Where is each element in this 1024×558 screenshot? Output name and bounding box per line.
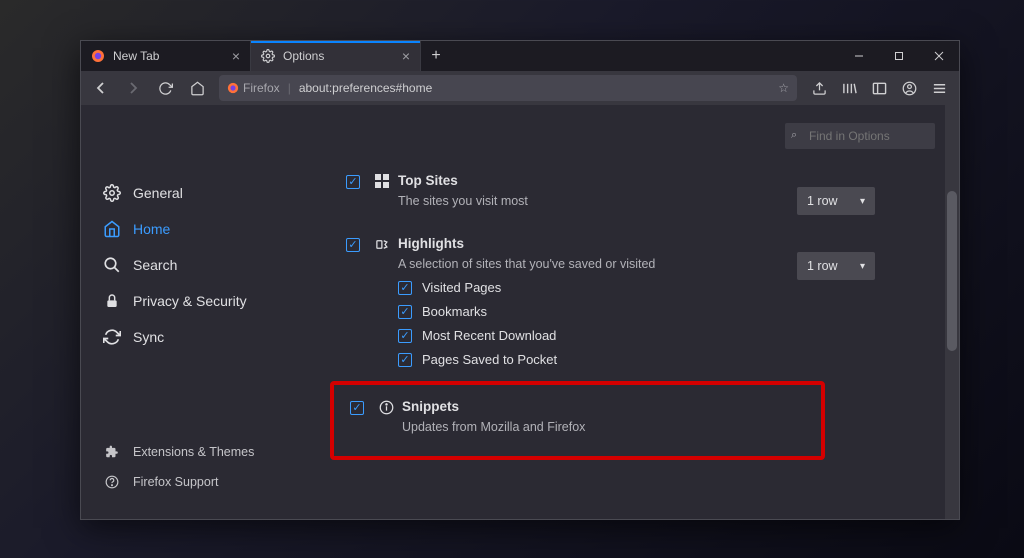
search-icon	[103, 256, 121, 274]
sidebar-toggle-icon[interactable]	[865, 74, 893, 102]
sub-item-label: Most Recent Download	[422, 328, 556, 343]
checkbox-top-sites[interactable]	[346, 175, 360, 189]
minimize-button[interactable]	[839, 41, 879, 71]
sidebar-item-label: General	[133, 185, 183, 201]
sidebar-item-sync[interactable]: Sync	[99, 319, 276, 355]
url-text: about:preferences#home	[299, 81, 432, 95]
sidebar-item-label: Search	[133, 257, 177, 273]
sidebar-item-label: Extensions & Themes	[133, 445, 254, 459]
window-controls	[839, 41, 959, 71]
nav-toolbar: Firefox | about:preferences#home ☆	[81, 71, 959, 105]
bookmark-star-icon[interactable]: ☆	[778, 81, 789, 95]
tab-strip: New Tab × Options × +	[81, 41, 839, 71]
sidebar-item-home[interactable]: Home	[99, 211, 276, 247]
sidebar-item-label: Privacy & Security	[133, 293, 247, 309]
maximize-button[interactable]	[879, 41, 919, 71]
tab-new-tab[interactable]: New Tab ×	[81, 41, 251, 71]
scrollbar-thumb[interactable]	[947, 191, 957, 351]
sidebar-item-search[interactable]: Search	[99, 247, 276, 283]
checkbox-highlights[interactable]	[346, 238, 360, 252]
search-icon: ⌕	[791, 129, 797, 142]
close-icon[interactable]: ×	[402, 48, 410, 64]
help-icon	[103, 475, 121, 489]
find-in-options: ⌕	[785, 123, 935, 149]
gear-icon	[103, 184, 121, 202]
forward-button[interactable]	[119, 74, 147, 102]
browser-window: New Tab × Options × +	[80, 40, 960, 520]
gear-icon	[261, 49, 275, 63]
sidebar-item-extensions[interactable]: Extensions & Themes	[99, 437, 276, 467]
account-icon[interactable]	[895, 74, 923, 102]
new-tab-button[interactable]: +	[421, 41, 451, 71]
puzzle-icon	[103, 445, 121, 459]
library-icon[interactable]	[835, 74, 863, 102]
annotation-highlight: Snippets Updates from Mozilla and Firefo…	[330, 381, 825, 460]
checkbox-recent-download[interactable]: Most Recent Download	[398, 327, 935, 343]
sidebar-item-label: Firefox Support	[133, 475, 218, 489]
sub-item-label: Bookmarks	[422, 304, 487, 319]
identity-label: Firefox	[243, 81, 280, 95]
main-panel: ⌕ Top Sites The sites you visit most 1 r…	[276, 105, 959, 519]
chevron-down-icon: ▾	[860, 196, 865, 207]
highlights-title: Highlights	[398, 236, 935, 251]
highlights-icon	[374, 236, 390, 252]
sub-item-label: Pages Saved to Pocket	[422, 352, 557, 367]
checkbox-bookmarks[interactable]: Bookmarks	[398, 303, 935, 319]
dropdown-value: 1 row	[807, 194, 838, 208]
sub-item-label: Visited Pages	[422, 280, 501, 295]
checkbox-snippets[interactable]	[350, 401, 364, 415]
tab-label: New Tab	[113, 49, 159, 63]
scrollbar[interactable]	[945, 105, 959, 519]
chevron-down-icon: ▾	[860, 261, 865, 272]
close-window-button[interactable]	[919, 41, 959, 71]
identity-box[interactable]: Firefox	[227, 81, 280, 95]
back-button[interactable]	[87, 74, 115, 102]
firefox-icon	[91, 49, 105, 63]
home-icon	[103, 220, 121, 238]
reload-button[interactable]	[151, 74, 179, 102]
info-icon	[378, 399, 394, 415]
checkbox[interactable]	[398, 281, 412, 295]
top-sites-rows-select[interactable]: 1 row ▾	[797, 187, 875, 215]
sidebar-item-general[interactable]: General	[99, 175, 276, 211]
menu-button[interactable]	[925, 74, 953, 102]
top-sites-title: Top Sites	[398, 173, 935, 188]
dropdown-value: 1 row	[807, 259, 838, 273]
checkbox[interactable]	[398, 329, 412, 343]
tab-options[interactable]: Options ×	[251, 41, 421, 71]
sidebar-item-label: Sync	[133, 329, 164, 345]
snippets-title: Snippets	[402, 399, 821, 414]
url-bar[interactable]: Firefox | about:preferences#home ☆	[219, 75, 797, 101]
checkbox-visited-pages[interactable]: Visited Pages	[398, 279, 935, 295]
find-input[interactable]	[785, 123, 935, 149]
checkbox[interactable]	[398, 305, 412, 319]
close-icon[interactable]: ×	[232, 48, 240, 64]
home-button[interactable]	[183, 74, 211, 102]
checkbox[interactable]	[398, 353, 412, 367]
sync-icon	[103, 328, 121, 346]
grid-icon	[374, 173, 390, 189]
categories-sidebar: General Home Search Privacy & Security	[81, 105, 276, 519]
tab-label: Options	[283, 49, 324, 63]
sidebar-item-support[interactable]: Firefox Support	[99, 467, 276, 497]
snippets-desc: Updates from Mozilla and Firefox	[402, 420, 821, 434]
sidebar-item-privacy[interactable]: Privacy & Security	[99, 283, 276, 319]
sidebar-item-label: Home	[133, 221, 170, 237]
checkbox-pocket[interactable]: Pages Saved to Pocket	[398, 351, 935, 367]
save-to-pocket-icon[interactable]	[805, 74, 833, 102]
titlebar: New Tab × Options × +	[81, 41, 959, 71]
highlights-rows-select[interactable]: 1 row ▾	[797, 252, 875, 280]
preferences-content: General Home Search Privacy & Security	[81, 105, 959, 519]
lock-icon	[103, 293, 121, 309]
